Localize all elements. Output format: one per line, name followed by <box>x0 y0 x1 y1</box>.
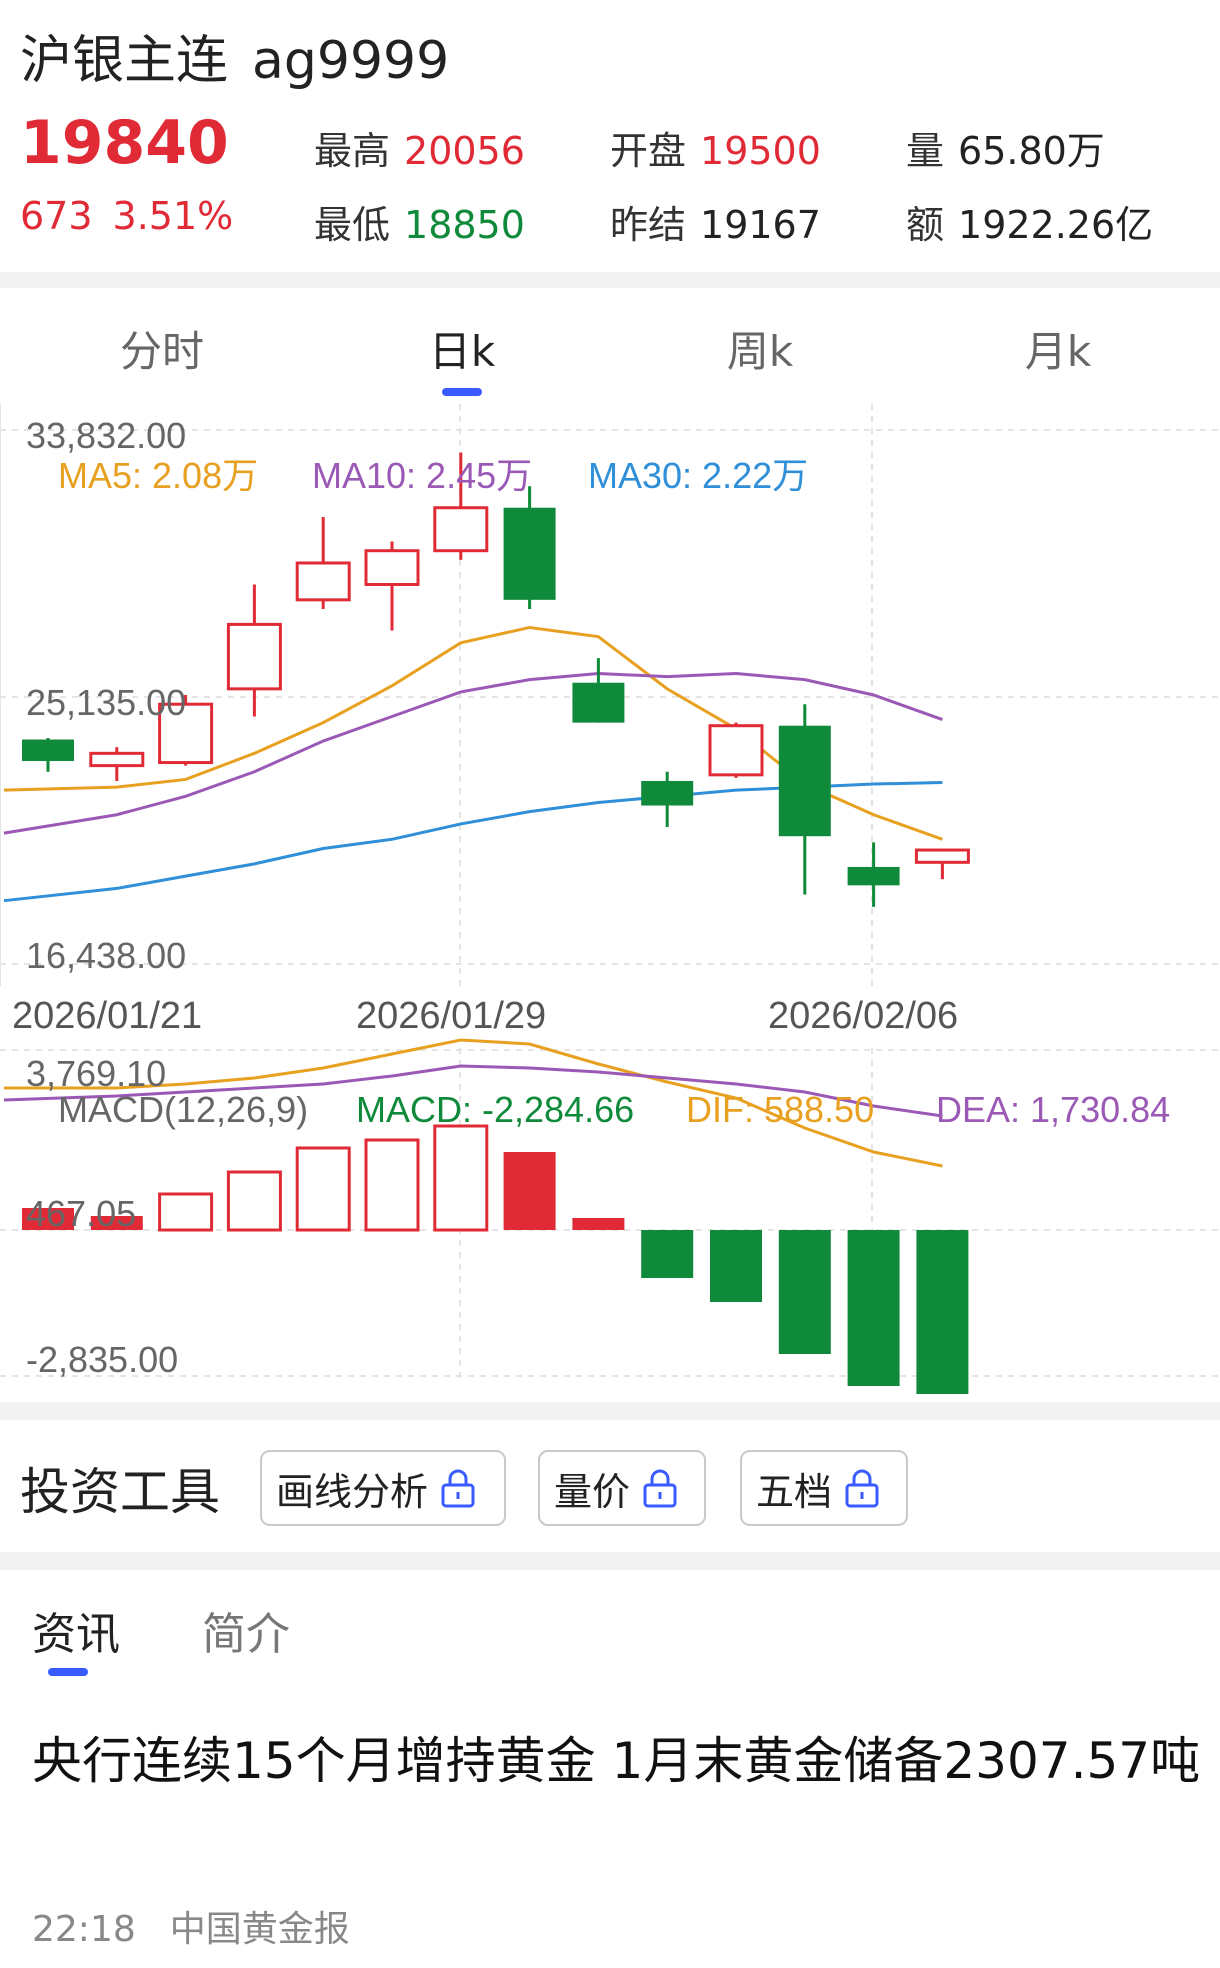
stat-volume: 量 65.80万 <box>906 129 1105 173</box>
macd-bar <box>916 1230 969 1394</box>
news-headline[interactable]: 央行连续15个月增持黄金 1月末黄金储备2307.57吨 <box>32 1722 1202 1800</box>
news-tab-indicator <box>48 1668 88 1676</box>
ma-legend-item: MA10: 2.45万 <box>312 455 532 496</box>
high-value: 20056 <box>404 129 525 173</box>
news-meta: 22:18 中国黄金报 <box>32 1900 350 1952</box>
divider <box>0 1402 1220 1420</box>
investment-tools: 投资工具 画线分析 量价 五档 <box>0 1420 1220 1546</box>
quote-header: 沪银主连 ag9999 19840 673 3.51% 最高 20056 最低 1885… <box>0 0 1220 270</box>
chart-labels: 33,832.00 25,135.00 16,438.00 MA5: 2.08万 MA1… <box>12 415 1170 1380</box>
instrument-title: 沪银主连 ag9999 <box>20 18 449 93</box>
last-price: 19840 <box>20 108 229 178</box>
low-value: 18850 <box>404 203 525 247</box>
macd-bar <box>158 1192 214 1232</box>
news-time: 22:18 <box>32 1909 136 1950</box>
stat-low: 最低 18850 <box>314 203 525 247</box>
candle-body <box>226 622 282 691</box>
x-date-label: 2026/01/29 <box>356 995 546 1037</box>
tab-intraday[interactable]: 分时 <box>62 318 262 379</box>
candle-body <box>89 751 145 768</box>
candle-body <box>778 725 831 837</box>
x-date-label: 2026/01/21 <box>12 995 202 1037</box>
macd-y-tick-label: -2,835.00 <box>26 1339 178 1380</box>
macd-bar <box>572 1218 625 1230</box>
stat-amount: 额 1922.26亿 <box>906 203 1154 247</box>
tab-monthly-k[interactable]: 月k <box>958 318 1158 379</box>
open-value: 19500 <box>700 129 821 173</box>
kline-chart[interactable]: 33,832.00 25,135.00 16,438.00 MA5: 2.08万 MA1… <box>0 404 1220 1404</box>
tools-title: 投资工具 <box>20 1463 220 1521</box>
tab-daily-k[interactable]: 日k <box>362 318 562 379</box>
instrument-code: ag9999 <box>252 31 450 91</box>
news-source: 中国黄金报 <box>169 1909 350 1950</box>
macd-title: MACD(12,26,9) <box>58 1089 308 1130</box>
stat-high: 最高 20056 <box>314 129 525 173</box>
divider <box>0 1552 1220 1570</box>
candle-body <box>503 507 556 600</box>
macd-bar <box>641 1230 694 1278</box>
candle-body <box>914 848 970 864</box>
candlesticks <box>22 452 970 907</box>
x-date-label: 2026/02/06 <box>768 995 958 1037</box>
candle-body <box>364 549 420 586</box>
volume-price-button[interactable]: 量价 <box>538 1450 706 1526</box>
lock-icon <box>643 1469 677 1508</box>
instrument-name: 沪银主连 <box>20 31 229 91</box>
tab-profile[interactable]: 简介 <box>202 1598 290 1662</box>
y-tick-label: 16,438.00 <box>26 935 186 976</box>
macd-legend-item: DEA: 1,730.84 <box>936 1089 1170 1130</box>
macd-bar <box>847 1230 900 1386</box>
macd-legend-item: DIF: 588.50 <box>686 1089 874 1130</box>
candle-body <box>641 780 694 806</box>
macd-bar <box>433 1124 489 1232</box>
news-tabs: 资讯 简介 <box>0 1574 1220 1684</box>
change-amount: 673 <box>20 194 93 238</box>
price-change: 673 3.51% <box>20 194 233 238</box>
candle-body <box>847 866 900 886</box>
macd-bar <box>364 1138 420 1232</box>
five-level-button[interactable]: 五档 <box>740 1450 908 1526</box>
candle-body <box>295 561 351 602</box>
macd-bar <box>503 1152 556 1230</box>
tab-news[interactable]: 资讯 <box>32 1598 120 1662</box>
y-tick-label: 25,135.00 <box>26 682 186 723</box>
volume-value: 65.80万 <box>958 129 1105 173</box>
macd-bar <box>710 1230 762 1302</box>
macd-y-tick-label: 3,769.10 <box>26 1053 166 1094</box>
drawing-analysis-button[interactable]: 画线分析 <box>260 1450 506 1526</box>
stat-open: 开盘 19500 <box>610 129 821 173</box>
divider <box>0 272 1220 288</box>
ma-legend-item: MA5: 2.08万 <box>58 455 258 496</box>
active-tab-indicator <box>442 388 482 396</box>
ma-legend-item: MA30: 2.22万 <box>588 455 808 496</box>
candle-body <box>572 682 625 723</box>
prev-settle-value: 19167 <box>700 203 821 247</box>
stat-prev-settle: 昨结 19167 <box>610 203 821 247</box>
candle-body <box>433 506 489 553</box>
chart-grid <box>0 404 1220 1384</box>
lock-icon <box>845 1469 879 1508</box>
macd-y-tick-label: 467.05 <box>26 1193 136 1234</box>
macd-bar <box>226 1170 282 1232</box>
macd-bar <box>778 1230 831 1354</box>
change-percent: 3.51% <box>112 194 234 238</box>
period-tabs: 分时 日k 周k 月k <box>0 288 1220 398</box>
tab-weekly-k[interactable]: 周k <box>660 318 860 379</box>
candle-body <box>708 724 764 777</box>
candle-body <box>22 739 74 762</box>
macd-bar <box>295 1146 351 1232</box>
amount-value: 1922.26亿 <box>958 203 1154 247</box>
macd-legend-item: MACD: -2,284.66 <box>356 1089 634 1130</box>
lock-icon <box>441 1469 475 1508</box>
y-tick-label: 33,832.00 <box>26 415 186 456</box>
